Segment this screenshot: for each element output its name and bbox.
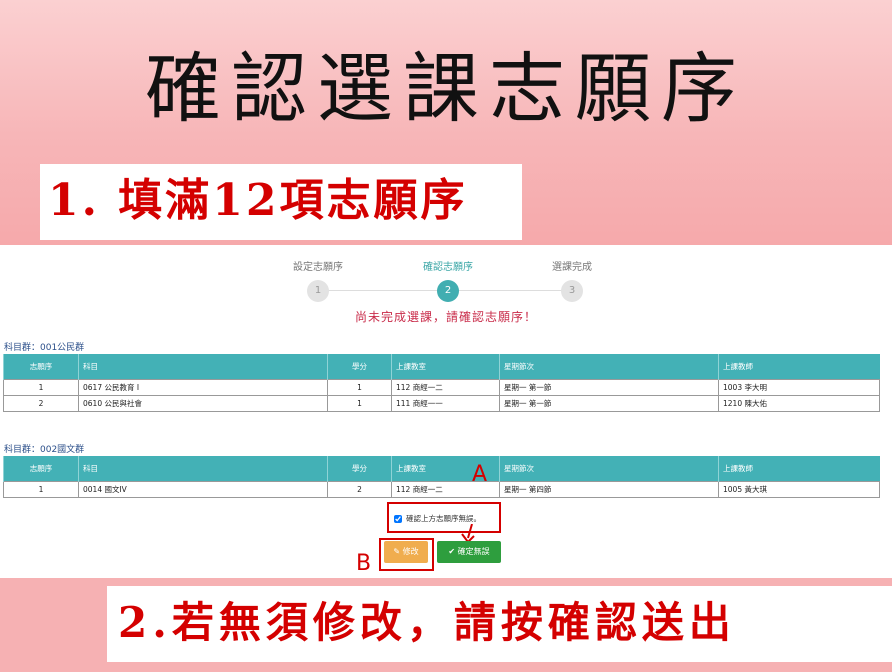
marker-a: A	[472, 462, 488, 487]
confirm-checkbox-label: 確認上方志願序無誤。	[406, 514, 481, 523]
col-schedule: 星期節次	[499, 354, 719, 380]
cell-schedule: 星期一 第一節	[499, 379, 719, 396]
step-2: 確認志願序 2	[388, 262, 508, 302]
confirm-checkbox[interactable]	[394, 514, 402, 523]
step-1: 設定志願序 1	[258, 262, 378, 302]
step-3: 選課完成 3	[512, 262, 632, 302]
cell-teacher: 1210 陳大佑	[718, 395, 880, 412]
cell-classroom: 112 商經一二	[391, 379, 500, 396]
cell-priority: 1	[3, 379, 79, 396]
cell-teacher: 1003 李大明	[718, 379, 880, 396]
edit-button[interactable]: ✎ 修改	[384, 541, 428, 563]
course-table-civics: 志願序 科目 學分 上課教室 星期節次 上課教師 1 0617 公民教育 I 1…	[3, 354, 880, 412]
step-3-label: 選課完成	[552, 262, 592, 273]
group-label-civics: 科目群：001公民群	[4, 343, 85, 353]
col-schedule: 星期節次	[499, 456, 719, 482]
cell-schedule: 星期一 第一節	[499, 395, 719, 412]
table-row: 2 0610 公民與社會 1 111 商經一一 星期一 第一節 1210 陳大佑	[3, 395, 880, 412]
col-teacher: 上課教師	[718, 456, 880, 482]
incomplete-warning: 尚未完成選課，請確認志願序！	[354, 310, 537, 324]
marker-b: B	[356, 551, 372, 576]
table-row: 1 0014 國文IV 2 112 商經一二 星期一 第四節 1005 黃大琪	[3, 481, 880, 498]
cell-priority: 2	[3, 395, 79, 412]
edit-button-label: 修改	[402, 547, 419, 556]
cell-subject: 0617 公民教育 I	[78, 379, 328, 396]
col-credits: 學分	[327, 354, 392, 380]
cell-credits: 2	[327, 481, 392, 498]
col-priority: 志願序	[3, 354, 79, 380]
confirm-checkbox-row[interactable]: 確認上方志願序無誤。	[394, 513, 481, 524]
confirm-button[interactable]: ✔ 確定無誤	[437, 541, 501, 563]
col-subject: 科目	[78, 456, 328, 482]
col-credits: 學分	[327, 456, 392, 482]
table-header-row: 志願序 科目 學分 上課教室 星期節次 上課教師	[3, 456, 880, 482]
cell-classroom: 111 商經一一	[391, 395, 500, 412]
col-teacher: 上課教師	[718, 354, 880, 380]
step-2-circle: 2	[437, 280, 459, 302]
table-row: 1 0617 公民教育 I 1 112 商經一二 星期一 第一節 1003 李大…	[3, 379, 880, 396]
cell-credits: 1	[327, 395, 392, 412]
cell-schedule: 星期一 第四節	[499, 481, 719, 498]
pencil-icon: ✎	[393, 547, 403, 556]
step1-instruction: 1. 填滿12項志願序	[48, 175, 468, 226]
confirm-button-label: 確定無誤	[457, 547, 490, 556]
progress-stepper: 設定志願序 1 確認志願序 2 選課完成 3	[258, 262, 628, 302]
page-title: 確認選課志願序	[145, 44, 747, 133]
cell-subject: 0014 國文IV	[78, 481, 328, 498]
group-label-chinese: 科目群：002國文群	[4, 445, 85, 455]
step-2-label: 確認志願序	[423, 262, 473, 273]
cell-priority: 1	[3, 481, 79, 498]
col-priority: 志願序	[3, 456, 79, 482]
step-1-label: 設定志願序	[293, 262, 343, 273]
course-table-chinese: 志願序 科目 學分 上課教室 星期節次 上課教師 1 0014 國文IV 2 1…	[3, 456, 880, 498]
table-header-row: 志願序 科目 學分 上課教室 星期節次 上課教師	[3, 354, 880, 380]
cell-teacher: 1005 黃大琪	[718, 481, 880, 498]
step-3-circle: 3	[561, 280, 583, 302]
check-icon: ✔	[448, 547, 458, 556]
col-classroom: 上課教室	[391, 354, 500, 380]
step-1-circle: 1	[307, 280, 329, 302]
step2-instruction: 2.若無須修改，請按確認送出	[118, 598, 736, 647]
cell-subject: 0610 公民與社會	[78, 395, 328, 412]
cell-credits: 1	[327, 379, 392, 396]
col-subject: 科目	[78, 354, 328, 380]
